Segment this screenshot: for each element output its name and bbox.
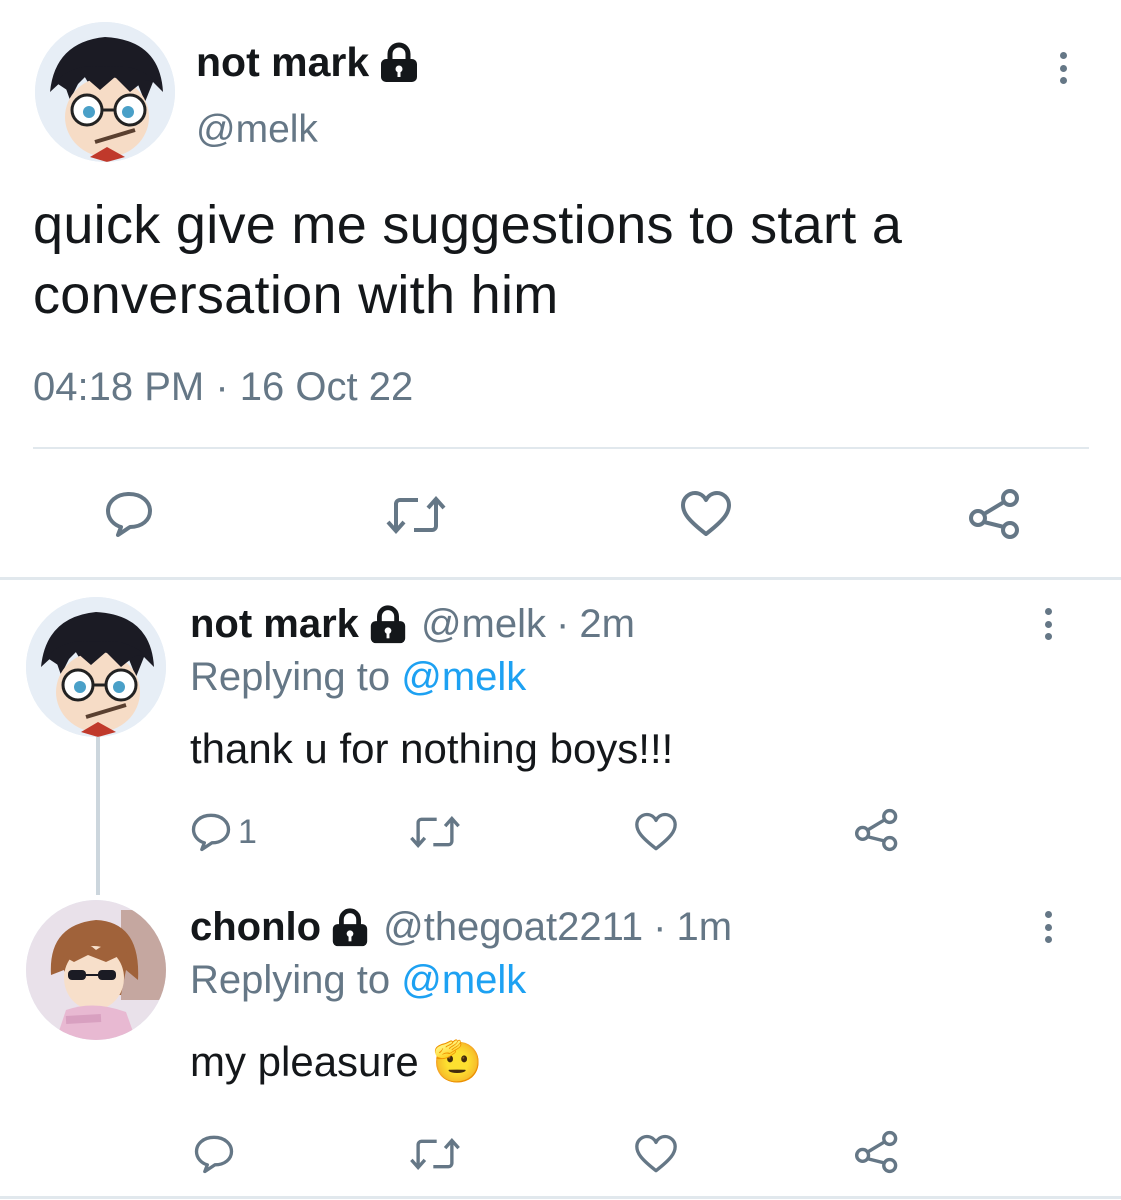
- reply2-text-body: my pleasure: [190, 1038, 419, 1085]
- main-timestamp[interactable]: 04:18 PM · 16 Oct 22: [33, 365, 413, 410]
- heart-icon: [635, 1134, 677, 1173]
- reply1-text: thank u for nothing boys!!!: [190, 725, 674, 772]
- more-vertical-icon[interactable]: [1056, 52, 1070, 84]
- bottom-divider: [0, 1196, 1121, 1199]
- reply1-separator: ·: [556, 601, 570, 646]
- heart-icon: [681, 491, 731, 536]
- reply1-handle[interactable]: @melk: [421, 602, 546, 647]
- saluting-face-emoji: 🫡: [432, 1040, 483, 1084]
- reply1-replying-to: Replying to @melk: [190, 655, 526, 700]
- retweet-icon: [410, 815, 460, 849]
- main-handle[interactable]: @melk: [196, 108, 318, 152]
- reply2-avatar[interactable]: [26, 900, 166, 1040]
- reply2-header: chonlo @thegoat2211 · 1m: [190, 903, 732, 951]
- avatar-image: [35, 22, 175, 162]
- replying-to-label: Replying to: [190, 655, 391, 699]
- reply1-header: not mark @melk · 2m: [190, 600, 635, 648]
- main-tweet-text: quick give me suggestions to start a con…: [33, 190, 902, 330]
- lock-icon: [332, 908, 368, 947]
- main-share-button[interactable]: [968, 488, 1022, 540]
- reply2-text: my pleasure 🫡: [190, 1038, 483, 1086]
- main-date: 16 Oct 22: [239, 365, 414, 409]
- reply1-age[interactable]: 2m: [579, 602, 635, 647]
- avatar-image: [26, 597, 166, 737]
- reply2-share-button[interactable]: [854, 1130, 900, 1174]
- reply2-retweet-button[interactable]: [408, 1136, 462, 1172]
- reply-icon: [194, 1135, 234, 1174]
- reply2-age[interactable]: 1m: [677, 905, 733, 950]
- reply1-like-button[interactable]: [634, 812, 678, 852]
- reply1-share-button[interactable]: [854, 808, 900, 852]
- main-display-name[interactable]: not mark: [196, 39, 369, 86]
- more-vertical-icon[interactable]: [1041, 608, 1055, 640]
- main-like-button[interactable]: [680, 490, 732, 538]
- section-divider: [0, 577, 1121, 580]
- lock-icon: [381, 42, 418, 82]
- reply1-display-name[interactable]: not mark: [190, 602, 359, 647]
- divider: [33, 447, 1089, 449]
- main-avatar[interactable]: [35, 22, 175, 162]
- reply1-retweet-button[interactable]: [408, 814, 462, 850]
- replying-to-label: Replying to: [190, 958, 391, 1002]
- reply2-display-name[interactable]: chonlo: [190, 905, 321, 950]
- main-retweet-button[interactable]: [384, 494, 448, 536]
- replying-to-handle[interactable]: @melk: [401, 958, 526, 1002]
- main-tweet-text-line1: quick give me suggestions to start a: [33, 195, 903, 255]
- main-tweet-text-line2: conversation with him: [33, 265, 559, 325]
- thread-line: [96, 735, 100, 895]
- replying-to-handle[interactable]: @melk: [401, 655, 526, 699]
- reply1-avatar[interactable]: [26, 597, 166, 737]
- share-icon: [855, 1130, 898, 1174]
- avatar-image: [26, 900, 166, 1040]
- main-time: 04:18 PM: [33, 365, 205, 409]
- share-icon: [969, 489, 1019, 539]
- timestamp-separator: ·: [215, 365, 229, 409]
- more-vertical-icon[interactable]: [1041, 911, 1055, 943]
- lock-icon: [370, 605, 406, 644]
- retweet-icon: [386, 495, 446, 535]
- reply2-handle[interactable]: @thegoat2211: [383, 905, 643, 950]
- reply-icon: [191, 813, 231, 852]
- reply1-reply-count: 1: [238, 812, 257, 851]
- reply2-replying-to: Replying to @melk: [190, 958, 526, 1003]
- reply-icon: [106, 492, 152, 537]
- share-icon: [855, 808, 898, 852]
- main-author-row: not mark: [196, 38, 421, 86]
- main-reply-button[interactable]: [104, 490, 154, 538]
- heart-icon: [635, 812, 677, 851]
- reply2-reply-button[interactable]: [193, 1134, 235, 1174]
- reply1-reply-button[interactable]: 1: [190, 812, 257, 852]
- retweet-icon: [410, 1137, 460, 1171]
- reply2-separator: ·: [653, 904, 667, 949]
- reply2-like-button[interactable]: [634, 1134, 678, 1174]
